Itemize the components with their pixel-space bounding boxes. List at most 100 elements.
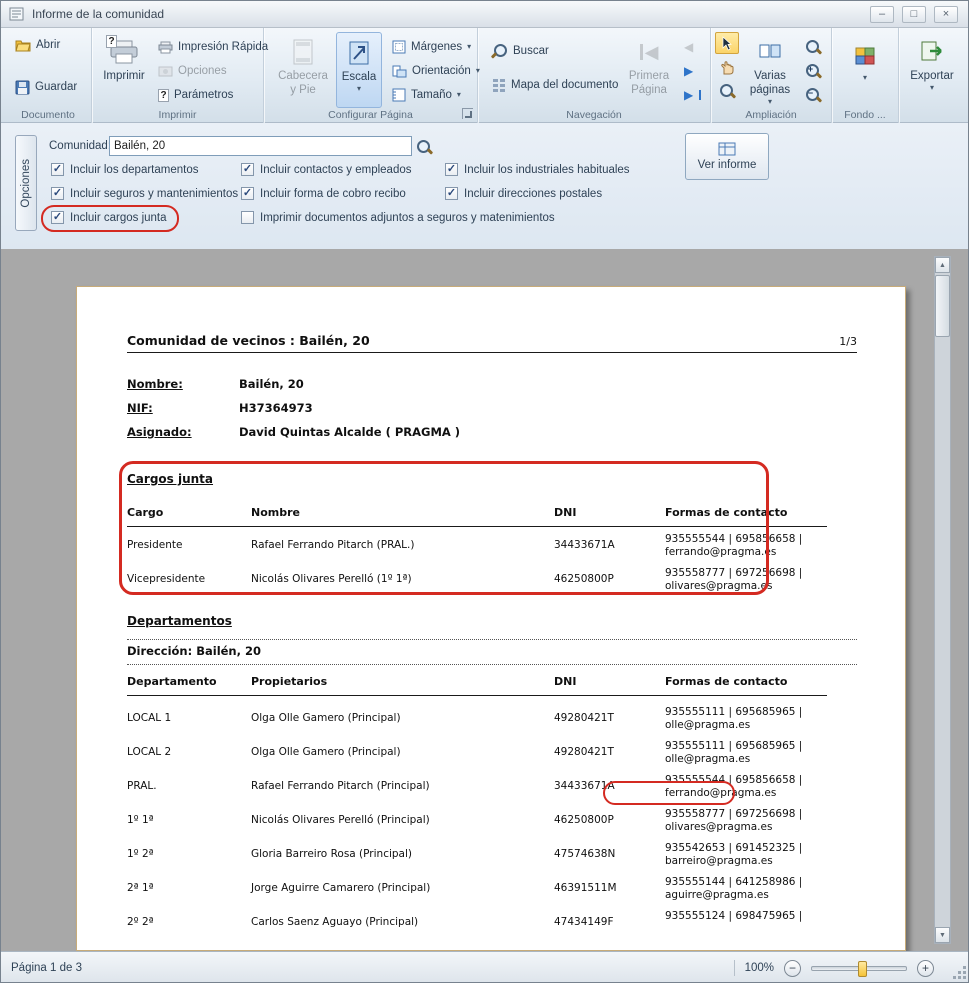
ribbon-group-documento: Abrir Guardar Documento <box>5 28 92 123</box>
checkbox-box: ✓ <box>445 187 458 200</box>
table-row: PRAL. Rafael Ferrando Pitarch (Principal… <box>127 774 827 806</box>
size-label: Tamaño <box>411 89 452 101</box>
document-map-button[interactable]: Mapa del documento <box>488 74 622 96</box>
checkbox-incluir-forma-cobro[interactable]: ✓ Incluir forma de cobro recibo <box>241 187 406 200</box>
search-icon <box>416 139 432 155</box>
checkbox-box: ✓ <box>51 211 64 224</box>
zoom-out-button[interactable]: − <box>784 960 801 977</box>
column-header: Cargo <box>127 506 163 519</box>
checkbox-incluir-contactos-empleados[interactable]: ✓ Incluir contactos y empleados <box>241 163 412 176</box>
parameters-button[interactable]: ? Parámetros <box>154 84 237 106</box>
check-icon: ✓ <box>447 188 456 199</box>
report-title: Comunidad de vecinos : Bailén, 20 <box>127 333 370 348</box>
column-header: DNI <box>554 506 576 519</box>
zoom-controls: 100% − + <box>734 960 934 977</box>
resize-grip-icon[interactable] <box>953 966 967 980</box>
vertical-scrollbar[interactable]: ▲ ▼ <box>934 256 951 944</box>
checkbox-incluir-cargos-junta[interactable]: ✓ Incluir cargos junta <box>51 211 167 224</box>
multiple-pages-button[interactable]: Varias páginas ▾ <box>743 32 797 108</box>
first-page-button[interactable]: ◀ Primera Página <box>624 32 674 108</box>
column-header: Departamento <box>127 675 217 688</box>
zoom-out-button[interactable]: − <box>801 84 825 106</box>
header-footer-label: Cabecera y Pie <box>274 70 332 98</box>
ribbon-group-navegacion: Buscar Mapa del documento ◀ Primera Pági… <box>478 28 711 123</box>
zoom-button[interactable] <box>801 36 825 58</box>
multiple-pages-icon <box>758 42 782 62</box>
check-icon: ✓ <box>53 188 62 199</box>
document-map-label: Mapa del documento <box>511 79 618 91</box>
window-controls: – □ × <box>870 6 960 23</box>
export-button[interactable]: Exportar ▾ <box>906 32 958 108</box>
scrollbar-thumb[interactable] <box>935 275 950 337</box>
checkbox-imprimir-adjuntos[interactable]: ✓ Imprimir documentos adjuntos a seguros… <box>241 211 555 224</box>
minimize-icon[interactable]: – <box>870 6 894 23</box>
table-row: 2º 2ª Carlos Saenz Aguayo (Principal) 47… <box>127 910 827 942</box>
print-button[interactable]: ? Imprimir <box>98 32 150 108</box>
comunidad-input[interactable] <box>109 136 412 156</box>
ribbon-group-ampliacion: Varias páginas ▾ + − Ampliación <box>711 28 832 123</box>
checkbox-incluir-seguros[interactable]: ✓ Incluir seguros y mantenimientos <box>51 187 238 200</box>
cargos-table-header: Cargo Nombre DNI Formas de contacto <box>127 506 827 527</box>
field-label: NIF: <box>127 401 153 415</box>
ribbon-group-configurar-pagina: Cabecera y Pie Escala ▾ Márgenes ▾ Orien… <box>264 28 478 123</box>
separator <box>734 960 735 976</box>
checkbox-incluir-direcciones[interactable]: ✓ Incluir direcciones postales <box>445 187 602 200</box>
report-page-number: 1/3 <box>839 335 857 348</box>
table-row: 2ª 1ª Jorge Aguirre Camarero (Principal)… <box>127 876 827 908</box>
scroll-up-icon[interactable]: ▲ <box>935 257 950 273</box>
ver-informe-button[interactable]: Ver informe <box>685 133 769 180</box>
chevron-down-icon: ▾ <box>467 43 471 51</box>
tab-opciones[interactable]: Opciones <box>15 135 37 231</box>
scale-button[interactable]: Escala ▾ <box>336 32 382 108</box>
checkbox-incluir-departamentos[interactable]: ✓ Incluir los departamentos <box>51 163 198 176</box>
parameters-question-icon: ? <box>158 89 169 102</box>
search-button[interactable]: Buscar <box>488 40 553 62</box>
maximize-icon[interactable]: □ <box>902 6 926 23</box>
quick-print-button[interactable]: Impresión Rápida <box>154 36 272 58</box>
orientation-button[interactable]: Orientación ▾ <box>388 60 484 82</box>
quick-print-label: Impresión Rápida <box>178 41 268 53</box>
first-page-icon: ◀ <box>640 37 659 67</box>
scale-icon <box>348 40 370 66</box>
print-preview-area: Comunidad de vecinos : Bailén, 20 1/3 No… <box>1 249 969 951</box>
column-header: Formas de contacto <box>665 506 787 519</box>
zoom-tool-button[interactable] <box>715 80 739 102</box>
size-button[interactable]: Tamaño ▾ <box>388 84 465 106</box>
zoom-in-button[interactable]: + <box>801 60 825 82</box>
scroll-down-icon[interactable]: ▼ <box>935 927 950 943</box>
zoom-slider[interactable] <box>811 966 907 971</box>
background-color-button[interactable]: ▾ <box>844 36 886 102</box>
zoom-slider-thumb[interactable] <box>858 961 867 977</box>
close-icon[interactable]: × <box>934 6 958 23</box>
first-page-label: Primera Página <box>624 70 674 98</box>
hand-tool-button[interactable] <box>715 56 739 78</box>
pointer-tool-button[interactable] <box>715 32 739 54</box>
save-button[interactable]: Guardar <box>11 76 81 98</box>
checkbox-incluir-industriales[interactable]: ✓ Incluir los industriales habituales <box>445 163 630 176</box>
zoom-icon <box>719 83 735 99</box>
comunidad-label: Comunidad: <box>49 140 111 152</box>
group-label-configurar: Configurar Página <box>264 109 477 121</box>
column-header: Propietarios <box>251 675 327 688</box>
page-info: Página 1 de 3 <box>11 962 82 974</box>
field-value: H37364973 <box>239 401 313 415</box>
print-options-button[interactable]: Opciones <box>154 60 231 82</box>
report-field-nif: NIF: H37364973 <box>127 401 727 415</box>
comunidad-search-button[interactable] <box>413 137 435 156</box>
check-icon: ✓ <box>53 164 62 175</box>
size-icon <box>392 88 406 102</box>
checkbox-label: Imprimir documentos adjuntos a seguros y… <box>260 212 555 224</box>
table-row: Vicepresidente Nicolás Olivares Perelló … <box>127 567 827 599</box>
options-tab-label: Opciones <box>20 159 32 208</box>
open-button[interactable]: Abrir <box>11 34 64 56</box>
margins-button[interactable]: Márgenes ▾ <box>388 36 475 58</box>
header-footer-button[interactable]: Cabecera y Pie <box>274 32 332 108</box>
chevron-down-icon: ▾ <box>863 74 867 82</box>
previous-page-button[interactable]: ◀ <box>680 36 697 58</box>
next-page-button[interactable]: ▶ <box>680 60 697 82</box>
report-field-nombre: Nombre: Bailén, 20 <box>127 377 727 391</box>
table-row: LOCAL 1 Olga Olle Gamero (Principal) 492… <box>127 706 827 738</box>
last-page-button[interactable]: ▶ <box>680 84 705 106</box>
zoom-in-button[interactable]: + <box>917 960 934 977</box>
app-window: Informe de la comunidad – □ × Abrir Guar… <box>0 0 969 983</box>
